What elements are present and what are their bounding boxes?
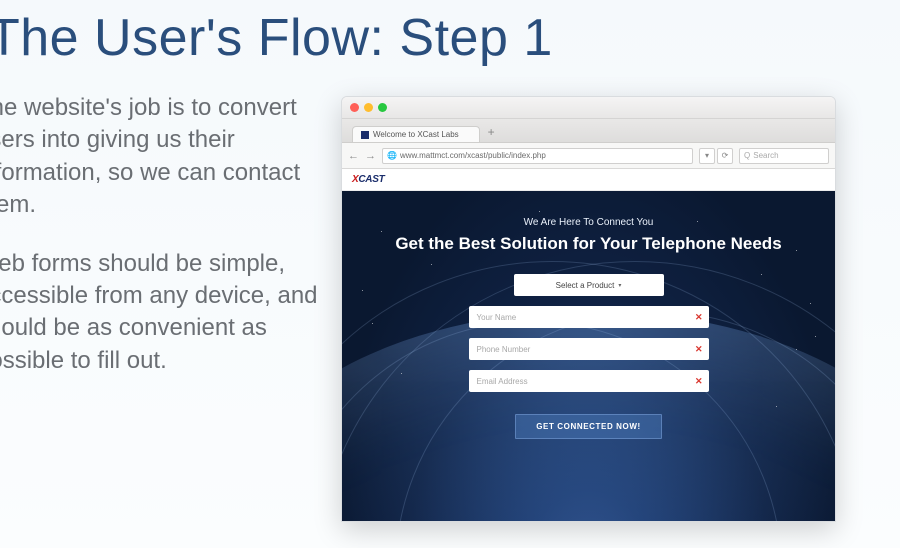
clear-icon[interactable]: ✕	[695, 376, 703, 387]
address-bar: ← → 🌐 www.mattmct.com/xcast/public/index…	[342, 143, 835, 169]
phone-field[interactable]: Phone Number ✕	[469, 338, 709, 360]
clear-icon[interactable]: ✕	[695, 312, 703, 323]
paragraph-2: Web forms should be simple, accessible f…	[0, 248, 321, 378]
refresh-button[interactable]: ⟳	[717, 148, 733, 164]
url-text: www.mattmct.com/xcast/public/index.php	[400, 151, 546, 160]
phone-placeholder: Phone Number	[477, 345, 531, 354]
lead-form: Select a Product ▾ Your Name ✕ Phone Num…	[342, 274, 835, 439]
hero-tagline: We Are Here To Connect You	[342, 217, 835, 228]
tab-label: Welcome to XCast Labs	[373, 130, 459, 139]
maximize-icon[interactable]	[378, 103, 387, 112]
name-field[interactable]: Your Name ✕	[469, 306, 709, 328]
select-label: Select a Product	[556, 281, 615, 290]
site-logo[interactable]: XCAST	[352, 174, 384, 185]
email-field[interactable]: Email Address ✕	[469, 370, 709, 392]
name-placeholder: Your Name	[477, 313, 517, 322]
logo-text: CAST	[358, 174, 384, 185]
new-tab-button[interactable]: +	[482, 125, 501, 142]
clear-icon[interactable]: ✕	[695, 344, 703, 355]
chevron-down-icon: ▾	[618, 282, 621, 289]
search-input[interactable]: Q Search	[739, 148, 829, 164]
favicon-icon	[361, 131, 369, 139]
search-placeholder: Search	[753, 151, 778, 160]
forward-button[interactable]: →	[365, 150, 376, 162]
close-icon[interactable]	[350, 103, 359, 112]
slide-body-text: The website's job is to convert users in…	[0, 92, 321, 403]
dropdown-button[interactable]: ▾	[699, 148, 715, 164]
tab-active[interactable]: Welcome to XCast Labs	[352, 126, 480, 142]
hero-section: We Are Here To Connect You Get the Best …	[342, 191, 835, 521]
submit-button[interactable]: GET CONNECTED NOW!	[515, 414, 662, 439]
site-header: XCAST	[342, 169, 835, 191]
email-placeholder: Email Address	[477, 377, 528, 386]
browser-window: Welcome to XCast Labs + ← → 🌐 www.mattmc…	[341, 96, 836, 522]
back-button[interactable]: ←	[348, 150, 359, 162]
search-icon: Q	[744, 151, 750, 160]
minimize-icon[interactable]	[364, 103, 373, 112]
slide-title: The User's Flow: Step 1	[0, 8, 900, 68]
window-titlebar	[342, 97, 835, 119]
hero-headline: Get the Best Solution for Your Telephone…	[342, 234, 835, 254]
globe-icon: 🌐	[387, 151, 397, 160]
paragraph-1: The website's job is to convert users in…	[0, 92, 321, 222]
product-select[interactable]: Select a Product ▾	[514, 274, 664, 296]
url-input[interactable]: 🌐 www.mattmct.com/xcast/public/index.php	[382, 148, 693, 164]
tab-bar: Welcome to XCast Labs +	[342, 119, 835, 143]
